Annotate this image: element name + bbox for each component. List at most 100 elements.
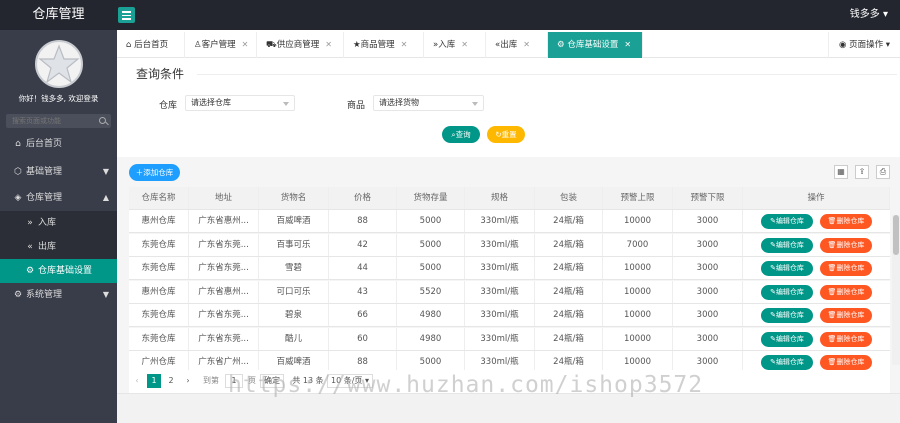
table-cell: 东莞仓库 — [129, 233, 189, 256]
table-cell: 4980 — [397, 327, 465, 350]
table-cell: 可口可乐 — [259, 280, 329, 303]
tab-home[interactable]: ⌂ 后台首页 — [117, 32, 185, 58]
table-cell: 60 — [329, 327, 397, 350]
delete-warehouse-button[interactable]: 🗑删除仓库 — [820, 214, 872, 229]
warehouse-select[interactable]: 请选择仓库 — [185, 95, 295, 111]
table-cell: 惠州仓库 — [129, 210, 189, 232]
sidebar-item-basic[interactable]: ⬡ 基础管理 ▼ — [0, 160, 117, 184]
table-cell: 东莞仓库 — [129, 304, 189, 326]
menu-toggle-button[interactable] — [118, 7, 135, 23]
page-2[interactable]: 2 — [164, 374, 178, 388]
compass-icon: ◈ — [14, 193, 22, 203]
column-header[interactable]: 地址 — [189, 187, 259, 209]
gear-icon: ⚙ — [25, 266, 35, 276]
close-icon[interactable]: ✕ — [461, 40, 468, 49]
edit-warehouse-button[interactable]: ✎编辑仓库 — [761, 331, 813, 347]
table-cell: 330ml/瓶 — [465, 327, 535, 350]
reset-button[interactable]: ↻重置 — [487, 126, 525, 143]
table-cell: 10000 — [603, 327, 673, 350]
sidebar-search-input[interactable] — [6, 114, 94, 128]
tab-inbound[interactable]: »入库 ✕ — [424, 32, 486, 58]
cart-icon: ⛟ — [266, 40, 277, 50]
edit-warehouse-button[interactable]: ✎编辑仓库 — [761, 261, 813, 276]
tab-warehouse-settings[interactable]: ⚙ 仓库基础设置 ✕ — [548, 32, 643, 58]
close-icon[interactable]: ✕ — [401, 40, 408, 49]
table-cell: 5000 — [397, 210, 465, 232]
columns-filter-icon[interactable]: ▦ — [834, 165, 848, 179]
table-cell: 24瓶/箱 — [535, 210, 603, 232]
table-cell: 广东省东莞... — [189, 304, 259, 326]
cube-icon: ⬡ — [14, 167, 22, 177]
close-icon[interactable]: ✕ — [242, 40, 249, 49]
search-icon[interactable] — [99, 117, 106, 124]
goto-label: 到第 — [203, 376, 219, 385]
sidebar-item-system[interactable]: ⚙ 系统管理 ▼ — [0, 283, 117, 307]
page-1[interactable]: 1 — [147, 374, 161, 388]
edit-warehouse-button[interactable]: ✎编辑仓库 — [761, 237, 813, 253]
column-header[interactable]: 预警下限 — [673, 187, 743, 209]
tab-customers[interactable]: ♙客户管理 ✕ — [185, 32, 257, 58]
table-cell: 酷儿 — [259, 327, 329, 350]
edit-warehouse-button[interactable]: ✎编辑仓库 — [761, 308, 813, 323]
edit-warehouse-button[interactable]: ✎编辑仓库 — [761, 214, 813, 229]
column-header[interactable]: 预警上限 — [603, 187, 673, 209]
scrollbar-thumb[interactable] — [893, 215, 899, 255]
target-icon: ◉ — [838, 40, 847, 50]
close-icon[interactable]: ✕ — [624, 40, 631, 49]
column-header[interactable]: 仓库名称 — [129, 187, 189, 209]
column-header[interactable]: 货物名 — [259, 187, 329, 209]
sidebar-item-home[interactable]: ⌂ 后台首页 — [0, 132, 117, 156]
edit-warehouse-button[interactable]: ✎编辑仓库 — [761, 284, 813, 300]
column-header[interactable]: 规格 — [465, 187, 535, 209]
table-cell: 3000 — [673, 327, 743, 350]
prev-page-icon[interactable]: ‹ — [131, 374, 143, 388]
tab-outbound[interactable]: «出库 ✕ — [486, 32, 548, 58]
delete-warehouse-button[interactable]: 🗑删除仓库 — [820, 355, 872, 370]
table-row[interactable]: 东莞仓库 广东省东莞... 百事可乐 42 5000 330ml/瓶 24瓶/箱 7000 30… — [129, 233, 890, 257]
table-cell: 24瓶/箱 — [535, 257, 603, 279]
tab-suppliers[interactable]: ⛟供应商管理 ✕ — [257, 32, 344, 58]
sidebar-item-warehouse[interactable]: ◈ 仓库管理 ▲ — [0, 186, 117, 210]
tab-goods[interactable]: ★商品管理 ✕ — [344, 32, 424, 58]
table-scrollbar[interactable] — [892, 215, 900, 365]
close-icon[interactable]: ✕ — [523, 40, 530, 49]
user-icon: ♙ — [194, 40, 202, 50]
print-icon[interactable]: ⎙ — [876, 165, 890, 179]
sidebar-item-warehouse-settings[interactable]: ⚙ 仓库基础设置 — [0, 259, 117, 283]
user-menu[interactable]: 钱多多 ▾ — [850, 0, 888, 30]
sidebar-item-inbound[interactable]: » 入库 — [0, 211, 117, 235]
delete-warehouse-button[interactable]: 🗑删除仓库 — [820, 284, 872, 300]
sidebar-item-outbound[interactable]: «出库 — [0, 235, 117, 259]
star-avatar-icon — [38, 44, 80, 84]
search-button[interactable]: ⌕查询 — [442, 126, 480, 143]
column-header[interactable]: 价格 — [329, 187, 397, 209]
delete-warehouse-button[interactable]: 🗑删除仓库 — [820, 331, 872, 347]
watermark: https://www.huzhan.com/ishop3572 — [228, 372, 704, 398]
table-row[interactable]: 东莞仓库 广东省东莞... 碧泉 66 4980 330ml/瓶 24瓶/箱 10000 300… — [129, 304, 890, 327]
delete-warehouse-button[interactable]: 🗑删除仓库 — [820, 308, 872, 323]
goods-label: 商品 — [347, 101, 366, 111]
page-operations-dropdown[interactable]: ◉ 页面操作 ▾ — [828, 32, 900, 58]
goods-select[interactable]: 请选择货物 — [373, 95, 484, 111]
table-cell: 5000 — [397, 233, 465, 256]
add-warehouse-button[interactable]: ＋添加仓库 — [129, 164, 180, 181]
next-page-icon[interactable]: › — [182, 374, 194, 388]
table-row[interactable]: 惠州仓库 广东省惠州... 百威啤酒 88 5000 330ml/瓶 24瓶/箱 10000 3… — [129, 210, 890, 233]
column-header[interactable]: 货物存量 — [397, 187, 465, 209]
column-header[interactable]: 操作 — [743, 187, 890, 209]
close-icon[interactable]: ✕ — [325, 40, 332, 49]
column-header[interactable]: 包装 — [535, 187, 603, 209]
table-cell: 广东省东莞... — [189, 257, 259, 279]
table-cell: 10000 — [603, 280, 673, 303]
edit-warehouse-button[interactable]: ✎编辑仓库 — [761, 355, 813, 370]
query-title: 查询条件 — [136, 67, 185, 81]
delete-warehouse-button[interactable]: 🗑删除仓库 — [820, 237, 872, 253]
caret-down-icon — [283, 102, 289, 106]
delete-warehouse-button[interactable]: 🗑删除仓库 — [820, 261, 872, 276]
table-cell: 4980 — [397, 304, 465, 326]
table-row[interactable]: 惠州仓库 广东省惠州... 可口可乐 43 5520 330ml/瓶 24瓶/箱 10000 3… — [129, 280, 890, 304]
table-row[interactable]: 东莞仓库 广东省东莞... 雪碧 44 5000 330ml/瓶 24瓶/箱 10000 300… — [129, 257, 890, 280]
table-row[interactable]: 东莞仓库 广东省东莞... 酷儿 60 4980 330ml/瓶 24瓶/箱 10000 300… — [129, 327, 890, 351]
export-icon[interactable]: ⇪ — [855, 165, 869, 179]
table-cell: 5000 — [397, 257, 465, 279]
